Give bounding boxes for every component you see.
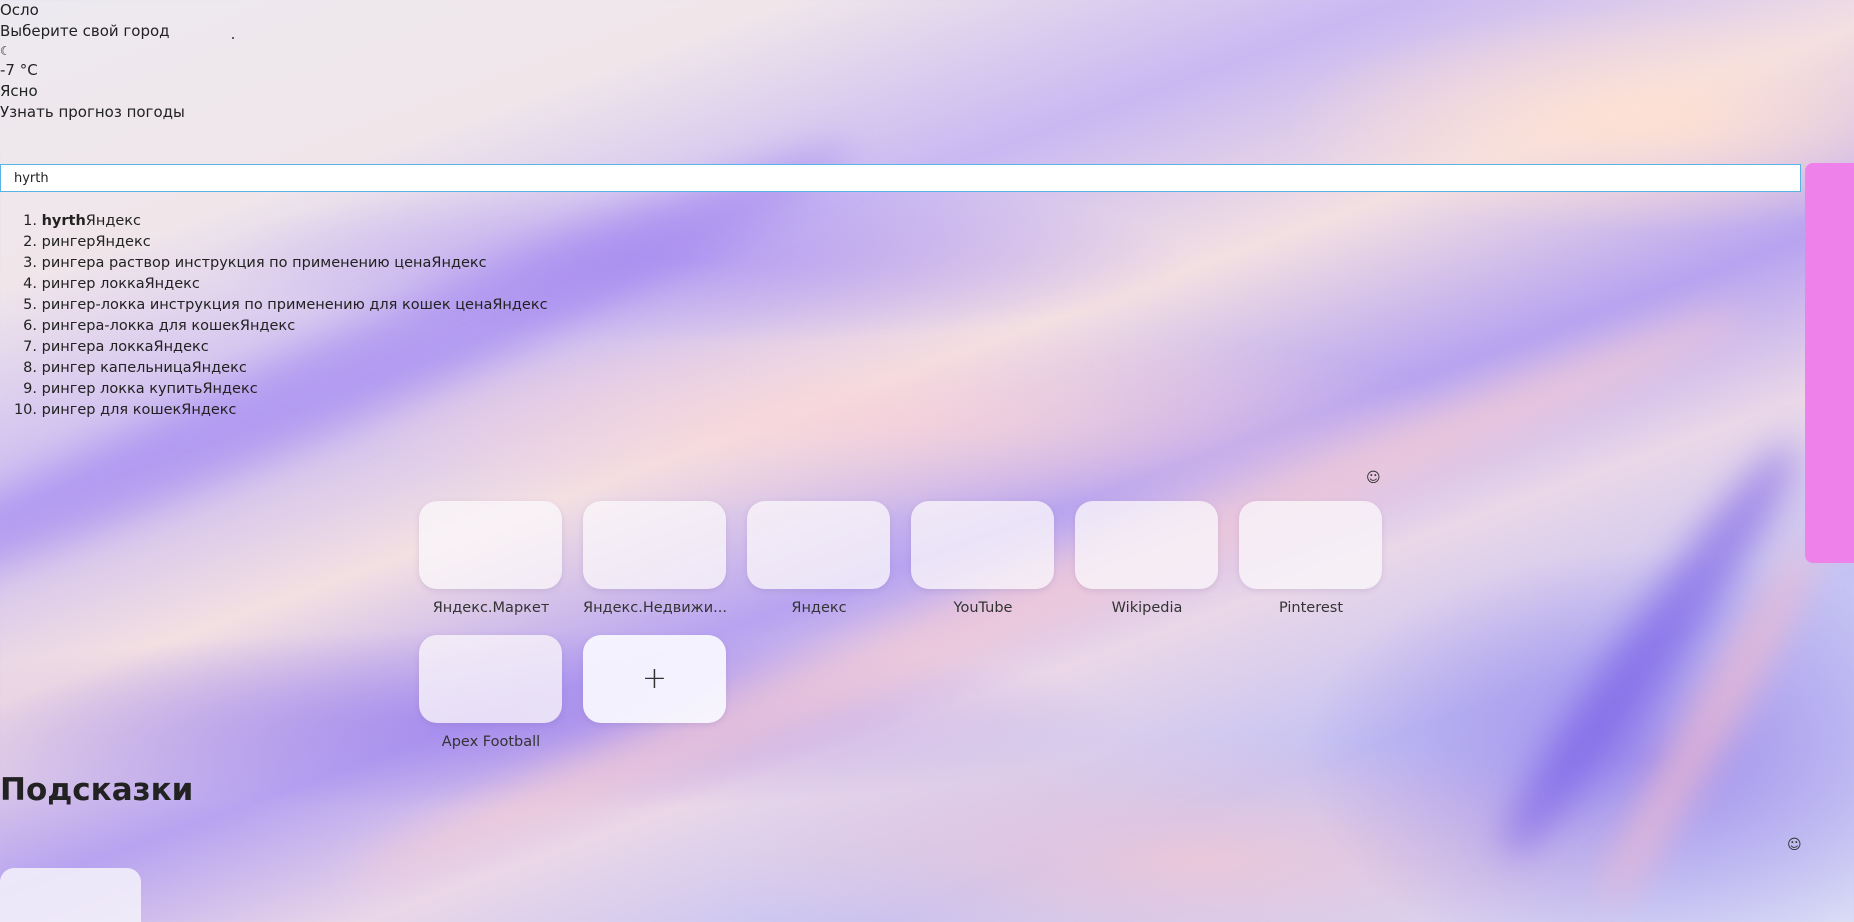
tile-youtube[interactable] [911, 501, 1054, 589]
choose-city-link[interactable]: Выберите свой город [0, 21, 185, 42]
tile-yandex[interactable] [747, 501, 890, 589]
search-suggestions: 1. hyrthЯндекс 2. рингерЯндекс 3. рингер… [0, 211, 548, 421]
tile-yandex-nedvizhimost[interactable] [583, 501, 726, 589]
tile-apex-football[interactable] [419, 635, 562, 723]
temperature: -7 °C [0, 61, 38, 79]
tile-label: Яндекс.Маркет [432, 600, 550, 616]
suggestion-item[interactable]: 7. рингера локкаЯндекс [0, 337, 548, 358]
suggestion-item[interactable]: 2. рингерЯндекс [0, 232, 548, 253]
tile-label: Яндекс.Недвижи... [583, 600, 727, 616]
search-input[interactable] [14, 168, 1714, 188]
decorative-dot [232, 37, 234, 39]
tile-label: Wikipedia [1111, 600, 1183, 616]
suggestion-item[interactable]: 10. рингер для кошекЯндекс [0, 400, 548, 421]
weather-condition: Ясно [0, 82, 38, 100]
suggestion-item[interactable]: 4. рингер локкаЯндекс [0, 274, 548, 295]
smile-icon[interactable]: ☺ [1787, 838, 1802, 852]
smile-icon[interactable]: ☺ [1366, 471, 1381, 485]
suggestion-item[interactable]: 5. рингер-локка инструкция по применению… [0, 295, 547, 316]
suggestion-item[interactable]: 3. рингера раствор инструкция по примене… [0, 253, 548, 274]
weather-widget: Осло Выберите свой город ☾ -7 °C Ясно Уз… [0, 0, 185, 123]
suggestion-item[interactable]: 6. рингера-локка для кошекЯндекс [0, 316, 548, 337]
tile-label: YouTube [953, 600, 1013, 616]
tile-label: Apex Football [441, 734, 541, 750]
suggestion-item[interactable]: 8. рингер капельницаЯндекс [0, 358, 548, 379]
suggestion-item[interactable]: 1. hyrthЯндекс [0, 211, 548, 232]
hint-card[interactable] [0, 868, 141, 922]
plus-icon: + [641, 661, 668, 696]
city-name[interactable]: Осло [0, 0, 185, 21]
background-streak [1482, 428, 1818, 872]
tile-yandex-market[interactable] [419, 501, 562, 589]
tile-label: Pinterest [1278, 600, 1344, 616]
search-box[interactable] [0, 164, 1801, 192]
tile-label: Яндекс [791, 600, 847, 616]
suggestion-item[interactable]: 9. рингер локка купитьЯндекс [0, 379, 548, 400]
background-streak [341, 281, 1759, 909]
side-panel[interactable] [1805, 163, 1854, 563]
tile-wikipedia[interactable] [1075, 501, 1218, 589]
tile-pinterest[interactable] [1239, 501, 1382, 589]
hints-title: Подсказки [0, 772, 194, 808]
forecast-link[interactable]: Узнать прогноз погоды [0, 102, 185, 123]
add-tile-button[interactable]: + [583, 635, 726, 723]
moon-icon: ☾ [0, 44, 11, 58]
background-streak [1585, 529, 1835, 916]
